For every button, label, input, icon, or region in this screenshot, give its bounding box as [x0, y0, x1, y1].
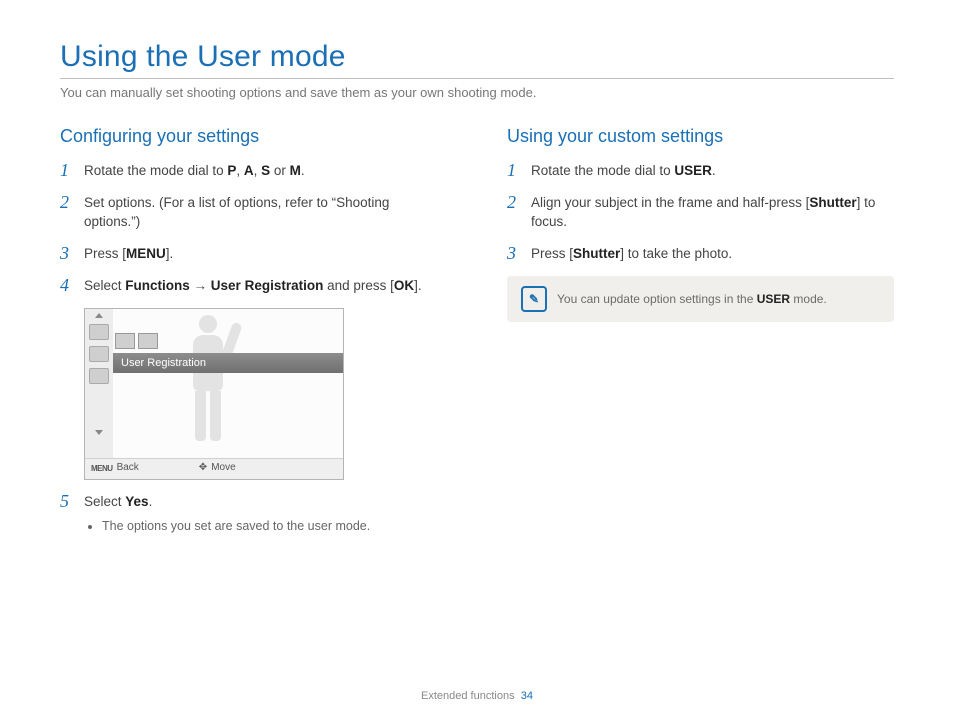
menu-icon: MENU — [91, 463, 113, 475]
text: or — [270, 163, 290, 178]
functions-label: Functions — [125, 278, 190, 293]
step-body: Select Yes. The options you set are save… — [84, 492, 447, 536]
chevron-up-icon — [95, 313, 103, 318]
text: . — [149, 494, 153, 509]
left-step-4: 4 Select Functions → User Registration a… — [60, 276, 447, 296]
step-number: 2 — [60, 193, 78, 213]
step-number: 4 — [60, 276, 78, 296]
lcd-thumbnails — [115, 333, 158, 349]
lcd-back-label: Back — [117, 461, 139, 476]
lcd-move-label: Move — [211, 461, 235, 476]
footer-section: Extended functions — [421, 690, 515, 702]
content-columns: Configuring your settings 1 Rotate the m… — [60, 126, 894, 547]
silhouette-icon — [173, 315, 243, 455]
right-steps: 1 Rotate the mode dial to USER. 2 Align … — [507, 161, 894, 264]
right-step-3: 3 Press [Shutter] to take the photo. — [507, 244, 894, 264]
step-body: Press [Shutter] to take the photo. — [531, 244, 894, 264]
right-heading: Using your custom settings — [507, 126, 894, 147]
step-number: 3 — [507, 244, 525, 264]
lcd-figure-wrapper: User Registration MENU Back ✥ Move — [60, 308, 447, 480]
step-body: Set options. (For a list of options, ref… — [84, 193, 447, 232]
lcd-footer: MENU Back ✥ Move — [85, 458, 343, 479]
text: , — [236, 163, 244, 178]
step-number: 1 — [507, 161, 525, 181]
step-number: 3 — [60, 244, 78, 264]
step-subitem: The options you set are saved to the use… — [102, 517, 447, 535]
yes-label: Yes — [125, 494, 148, 509]
step-sublist: The options you set are saved to the use… — [102, 517, 447, 535]
lcd-main-area: User Registration — [113, 309, 343, 459]
text: Select — [84, 278, 125, 293]
text: → — [190, 278, 211, 293]
lcd-selected-item: User Registration — [113, 353, 343, 373]
dpad-icon: ✥ — [199, 461, 207, 476]
text: Rotate the mode dial to — [84, 163, 227, 178]
title-rule — [60, 78, 894, 79]
text: Select — [84, 494, 125, 509]
mode-s-icon: S — [261, 163, 270, 178]
text: ]. — [414, 278, 422, 293]
right-step-1: 1 Rotate the mode dial to USER. — [507, 161, 894, 181]
text: Rotate the mode dial to — [531, 163, 674, 178]
text: . — [712, 163, 716, 178]
text: ] to take the photo. — [620, 246, 732, 261]
mode-a-icon: A — [244, 163, 254, 178]
note-text: You can update option settings in the US… — [557, 292, 827, 306]
step-number: 2 — [507, 193, 525, 213]
page-number: 34 — [521, 690, 533, 702]
lcd-sidebar — [85, 309, 114, 459]
text: You can update option settings in the — [557, 292, 757, 306]
note-box: ✎ You can update option settings in the … — [507, 276, 894, 322]
intro-text: You can manually set shooting options an… — [60, 85, 894, 100]
left-step-2: 2 Set options. (For a list of options, r… — [60, 193, 447, 232]
chevron-down-icon — [95, 430, 103, 435]
left-step-3: 3 Press [MENU]. — [60, 244, 447, 264]
step-body: Select Functions → User Registration and… — [84, 276, 447, 296]
user-registration-label: User Registration — [211, 278, 324, 293]
note-icon: ✎ — [521, 286, 547, 312]
text: ]. — [166, 246, 174, 261]
ok-button-icon: OK — [394, 278, 414, 293]
right-column: Using your custom settings 1 Rotate the … — [507, 126, 894, 547]
shutter-label: Shutter — [809, 195, 856, 210]
left-step-1: 1 Rotate the mode dial to P, A, S or M. — [60, 161, 447, 181]
step-body: Rotate the mode dial to P, A, S or M. — [84, 161, 447, 181]
mode-user-icon: USER — [757, 292, 790, 306]
step-body: Rotate the mode dial to USER. — [531, 161, 894, 181]
lcd-screenshot: User Registration MENU Back ✥ Move — [84, 308, 344, 480]
left-column: Configuring your settings 1 Rotate the m… — [60, 126, 447, 547]
lcd-menu-icon — [89, 346, 109, 362]
mode-user-icon: USER — [674, 163, 712, 178]
text: Press [ — [84, 246, 126, 261]
lcd-menu-icon — [89, 368, 109, 384]
step-number: 5 — [60, 492, 78, 512]
mode-m-icon: M — [290, 163, 301, 178]
left-step-5: 5 Select Yes. The options you set are sa… — [60, 492, 447, 536]
page-footer: Extended functions 34 — [0, 690, 954, 702]
left-steps: 1 Rotate the mode dial to P, A, S or M. … — [60, 161, 447, 535]
text: . — [301, 163, 305, 178]
step-number: 1 — [60, 161, 78, 181]
step-body: Align your subject in the frame and half… — [531, 193, 894, 232]
shutter-label: Shutter — [573, 246, 620, 261]
text: mode. — [790, 292, 827, 306]
page-title: Using the User mode — [60, 40, 894, 74]
text: Press [ — [531, 246, 573, 261]
text: Align your subject in the frame and half… — [531, 195, 809, 210]
lcd-menu-icon — [89, 324, 109, 340]
left-heading: Configuring your settings — [60, 126, 447, 147]
right-step-2: 2 Align your subject in the frame and ha… — [507, 193, 894, 232]
text: and press [ — [323, 278, 394, 293]
mode-p-icon: P — [227, 163, 236, 178]
step-body: Press [MENU]. — [84, 244, 447, 264]
text: , — [254, 163, 262, 178]
menu-button-icon: MENU — [126, 246, 166, 261]
